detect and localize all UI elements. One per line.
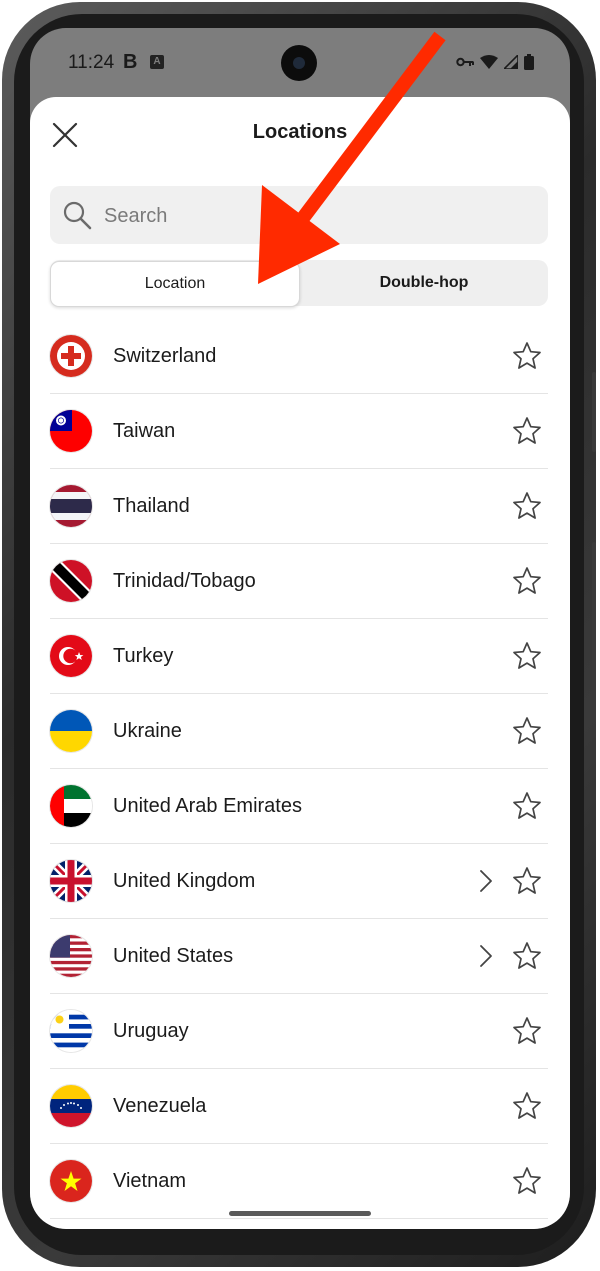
wifi-icon: [480, 55, 498, 69]
star-icon[interactable]: [512, 941, 542, 971]
search-bar[interactable]: [50, 186, 548, 246]
uruguay-flag-icon: [50, 1010, 92, 1052]
star-icon[interactable]: [512, 1166, 542, 1196]
locations-sheet: Locations Location Double-hop Switzerlan…: [30, 97, 570, 1229]
country-row-taiwan[interactable]: Taiwan: [50, 394, 548, 469]
chevron-right-icon[interactable]: [476, 943, 496, 969]
country-name: United States: [113, 945, 234, 967]
sheet-header: Locations: [30, 97, 570, 167]
country-name: United Arab Emirates: [113, 795, 302, 817]
turkey-flag-icon: [50, 635, 92, 677]
vietnam-flag-icon: [50, 1160, 92, 1202]
country-row-uruguay[interactable]: Uruguay: [50, 994, 548, 1069]
status-b-icon: B: [123, 51, 138, 73]
power-button: [592, 542, 596, 702]
country-list: Switzerland Taiwan Thailand Trinidad/Tob…: [50, 319, 548, 1219]
country-name: Ukraine: [113, 720, 182, 742]
star-icon[interactable]: [512, 641, 542, 671]
country-row-ukraine[interactable]: Ukraine: [50, 694, 548, 769]
country-row-united-kingdom[interactable]: United Kingdom: [50, 844, 548, 919]
country-name: Switzerland: [113, 345, 217, 367]
country-row-switzerland[interactable]: Switzerland: [50, 319, 548, 394]
country-name: Thailand: [113, 495, 190, 517]
ukraine-flag-icon: [50, 710, 92, 752]
screen: 11:24 B A Locations Location Double-hop: [30, 28, 570, 1229]
country-row-thailand[interactable]: Thailand: [50, 469, 548, 544]
front-camera: [281, 45, 317, 81]
star-icon[interactable]: [512, 341, 542, 371]
venezuela-flag-icon: [50, 1085, 92, 1127]
volume-button: [592, 372, 596, 452]
star-icon[interactable]: [512, 491, 542, 521]
country-name: Uruguay: [113, 1020, 189, 1042]
us-flag-icon: [50, 935, 92, 977]
country-name: Venezuela: [113, 1095, 207, 1117]
segmented-control: Location Double-hop: [50, 260, 548, 307]
search-input[interactable]: [102, 186, 526, 246]
switzerland-flag-icon: [50, 335, 92, 377]
trinidad-tobago-flag-icon: [50, 560, 92, 602]
tab-location[interactable]: Location: [50, 261, 300, 307]
country-name: Vietnam: [113, 1170, 187, 1192]
status-time: 11:24: [68, 52, 115, 73]
search-icon: [63, 201, 92, 230]
country-name: Turkey: [113, 645, 174, 667]
country-name: Taiwan: [113, 420, 176, 442]
uk-flag-icon: [50, 860, 92, 902]
tab-double-hop[interactable]: Double-hop: [300, 260, 548, 306]
star-icon[interactable]: [512, 1016, 542, 1046]
star-icon[interactable]: [512, 1091, 542, 1121]
signal-icon: [504, 55, 518, 69]
taiwan-flag-icon: [50, 410, 92, 452]
star-icon[interactable]: [512, 416, 542, 446]
battery-icon: [524, 54, 534, 70]
country-name: United Kingdom: [113, 870, 256, 892]
star-icon[interactable]: [512, 791, 542, 821]
home-indicator[interactable]: [229, 1211, 371, 1216]
country-row-united-states[interactable]: United States: [50, 919, 548, 994]
star-icon[interactable]: [512, 716, 542, 746]
vpn-key-icon: [456, 57, 474, 67]
status-bar: 11:24 B A: [30, 28, 570, 98]
star-icon[interactable]: [512, 566, 542, 596]
country-row-turkey[interactable]: Turkey: [50, 619, 548, 694]
status-a-icon: A: [150, 55, 164, 69]
status-icons: [456, 54, 534, 70]
country-row-united-arab-emirates[interactable]: United Arab Emirates: [50, 769, 548, 844]
page-title: Locations: [252, 121, 348, 143]
uae-flag-icon: [50, 785, 92, 827]
thailand-flag-icon: [50, 485, 92, 527]
chevron-right-icon[interactable]: [476, 868, 496, 894]
country-row-vietnam[interactable]: Vietnam: [50, 1144, 548, 1219]
country-row-venezuela[interactable]: Venezuela: [50, 1069, 548, 1144]
country-row-trinidad-tobago[interactable]: Trinidad/Tobago: [50, 544, 548, 619]
country-name: Trinidad/Tobago: [113, 570, 256, 592]
star-icon[interactable]: [512, 866, 542, 896]
